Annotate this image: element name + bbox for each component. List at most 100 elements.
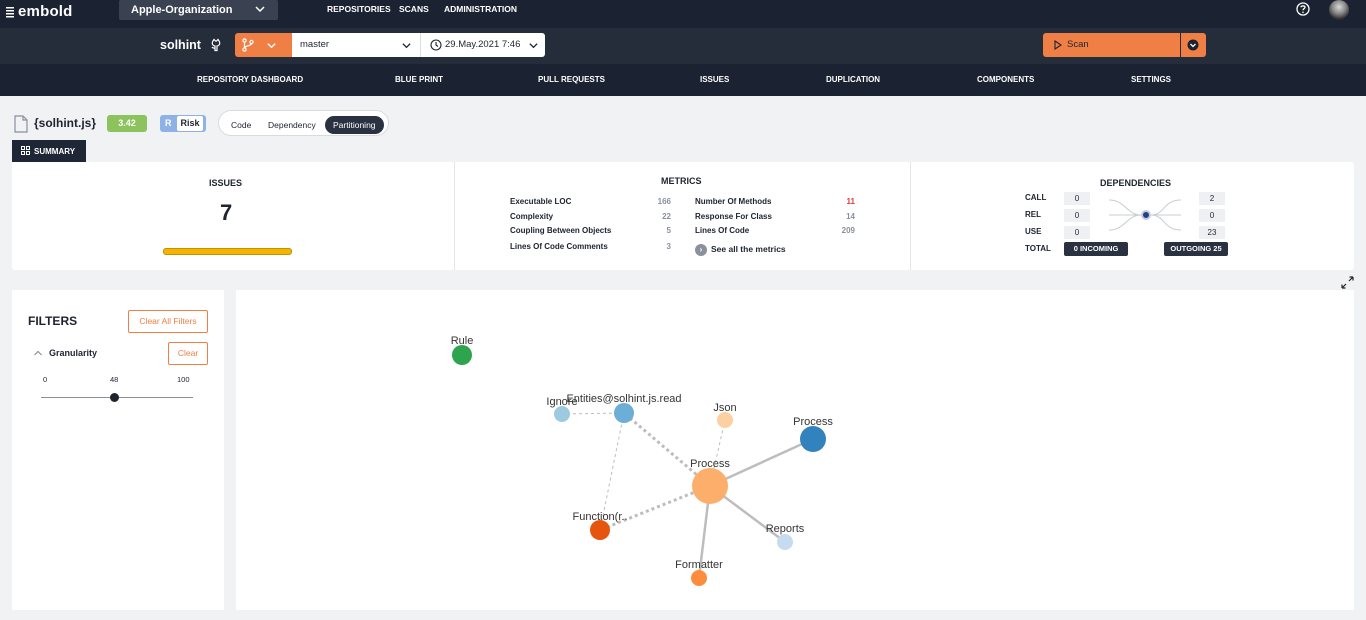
graph-edges	[561, 411, 814, 579]
clear-granularity-button[interactable]: Clear	[168, 342, 208, 365]
tab-issues[interactable]: ISSUES	[700, 75, 729, 84]
graph-node[interactable]: Rule	[451, 335, 474, 365]
granularity-label: Granularity	[49, 348, 98, 358]
node-label: Rule	[451, 335, 474, 347]
node-circle[interactable]	[691, 570, 707, 586]
node-circle[interactable]	[717, 412, 733, 428]
user-avatar[interactable]	[1329, 0, 1349, 20]
node-circle[interactable]	[614, 403, 634, 423]
score-badge: 3.42	[107, 115, 147, 132]
issues-count[interactable]: 7	[220, 200, 232, 226]
embold-logo[interactable]: embold	[6, 3, 73, 20]
incoming-total: 0 INCOMING	[1064, 242, 1128, 256]
node-circle[interactable]	[800, 426, 826, 452]
graph-node[interactable]: Entities@solhint.js.read	[566, 393, 682, 423]
filters-title: FILTERS	[28, 314, 78, 328]
file-name: {solhint.js}	[34, 116, 97, 130]
clock-icon	[430, 39, 442, 51]
graph-node[interactable]: Json	[713, 402, 737, 428]
nav-administration[interactable]: ADMINISTRATION	[444, 4, 517, 14]
metric-label: Executable LOC	[510, 197, 572, 206]
metric-label: Lines Of Code	[695, 226, 750, 235]
node-circle[interactable]	[554, 406, 570, 422]
filters-panel	[12, 290, 224, 610]
nav-scans[interactable]: SCANS	[399, 4, 429, 14]
tab-duplication[interactable]: DUPLICATION	[826, 75, 880, 84]
metric-label: Coupling Between Objects	[510, 226, 612, 235]
graph-canvas: Rule Ignore Entities@solhint.js.read Jso…	[451, 335, 833, 586]
scan-date-select[interactable]: 29.May.2021 7:46	[420, 33, 545, 57]
graph-node[interactable]: Reports	[766, 523, 805, 550]
branch-select[interactable]: master	[292, 33, 420, 57]
issues-title: ISSUES	[209, 178, 243, 188]
clear-all-filters-button[interactable]: Clear All Filters	[128, 310, 208, 333]
dep-row-label: CALL	[1025, 193, 1047, 202]
metric-value: 209	[841, 226, 855, 235]
node-circle[interactable]	[692, 468, 728, 504]
chevron-down-icon	[529, 43, 538, 49]
metric-value: 14	[846, 212, 855, 221]
node-label: Function(r..	[572, 511, 627, 523]
nav-repositories[interactable]: REPOSITORIES	[327, 4, 391, 14]
metric-label: Number Of Methods	[695, 197, 772, 206]
view-dependency-button[interactable]: Dependency	[268, 116, 316, 134]
outgoing-total: OUTGOING 25	[1164, 242, 1228, 256]
dep-total-label: TOTAL	[1025, 244, 1051, 253]
graph-node[interactable]: Formatter	[675, 559, 723, 586]
see-all-metrics-link[interactable]: › See all the metrics	[695, 244, 786, 256]
git-branch-icon	[242, 38, 254, 52]
logo-mark-icon	[6, 6, 14, 17]
slider-min: 0	[43, 375, 48, 384]
scan-label: Scan	[1067, 39, 1089, 50]
chevron-up-icon[interactable]	[33, 348, 43, 358]
organization-select[interactable]: Apple-Organization	[119, 0, 278, 20]
expand-icon[interactable]	[1341, 276, 1354, 289]
metric-value: 3	[666, 242, 671, 251]
node-label: Process	[793, 416, 833, 428]
chevron-down-circle-icon	[1187, 39, 1199, 51]
graph-node[interactable]: Function(r..	[572, 511, 628, 540]
view-code-button[interactable]: Code	[231, 116, 251, 134]
tab-pull-requests[interactable]: PULL REQUESTS	[538, 75, 605, 84]
metric-value: 11	[846, 197, 855, 206]
view-partitioning-button[interactable]: Partitioning	[325, 116, 384, 134]
top-bar: embold Apple-Organization REPOSITORIES S…	[0, 0, 1366, 28]
tab-components[interactable]: COMPONENTS	[977, 75, 1034, 84]
scan-date: 29.May.2021 7:46	[445, 39, 521, 50]
dep-incoming-value: 0	[1064, 226, 1090, 239]
node-label: Reports	[766, 523, 805, 535]
partition-graph: Rule Ignore Entities@solhint.js.read Jso…	[236, 290, 1354, 610]
node-circle[interactable]	[777, 534, 793, 550]
node-label: Process	[690, 458, 730, 470]
granularity-slider-thumb[interactable]	[110, 393, 119, 402]
node-label: Json	[713, 402, 736, 414]
scan-options-button[interactable]	[1181, 33, 1206, 57]
metric-value: 166	[657, 197, 671, 206]
risk-label: Risk	[177, 116, 203, 131]
help-icon[interactable]	[1296, 2, 1310, 16]
node-label: Entities@solhint.js.read	[566, 393, 681, 405]
issues-bar	[163, 248, 292, 255]
summary-tab-label: SUMMARY	[34, 147, 76, 156]
node-circle[interactable]	[590, 520, 610, 540]
node-circle[interactable]	[452, 345, 472, 365]
file-icon	[14, 115, 28, 133]
dep-incoming-value: 0	[1064, 192, 1090, 205]
slider-max: 100	[177, 375, 190, 384]
tab-repository-dashboard[interactable]: REPOSITORY DASHBOARD	[197, 75, 303, 84]
slider-value: 48	[110, 375, 119, 384]
dep-row-label: REL	[1025, 210, 1041, 219]
organization-name: Apple-Organization	[131, 4, 233, 16]
github-icon[interactable]	[209, 38, 223, 52]
dependencies-title: DEPENDENCIES	[1100, 178, 1172, 188]
chevron-right-icon: ›	[695, 244, 707, 256]
tab-blue-print[interactable]: BLUE PRINT	[395, 75, 443, 84]
tab-settings[interactable]: SETTINGS	[1131, 75, 1171, 84]
metric-label: Lines Of Code Comments	[510, 242, 608, 251]
dep-outgoing-value: 0	[1199, 209, 1225, 222]
view-switcher: Code Dependency Partitioning	[218, 110, 389, 136]
scan-button[interactable]: Scan	[1043, 33, 1180, 57]
summary-tab[interactable]: SUMMARY	[12, 140, 86, 162]
metric-value: 5	[666, 226, 671, 235]
branch-button[interactable]	[235, 33, 292, 57]
